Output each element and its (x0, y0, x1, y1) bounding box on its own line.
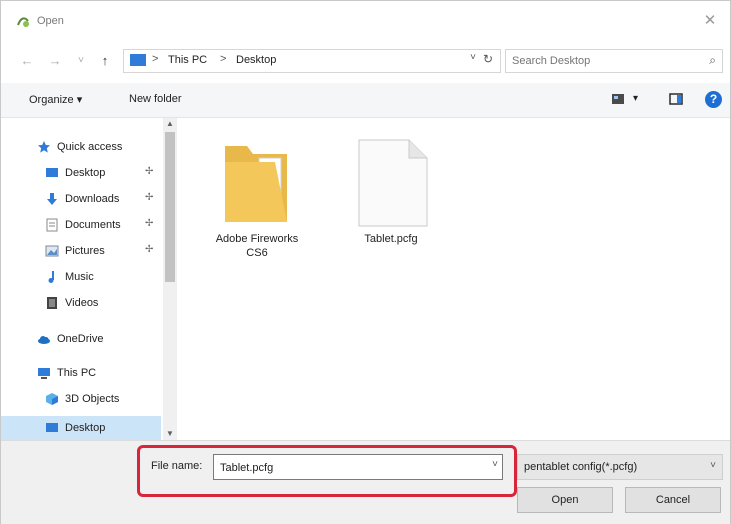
folder-icon (225, 146, 287, 222)
pin-icon: ✢ (145, 244, 154, 255)
sidebar-item-quick-access[interactable]: Quick access (1, 136, 161, 158)
preview-pane-icon[interactable] (669, 92, 683, 106)
refresh-icon[interactable]: ↻ (480, 52, 496, 68)
breadcrumb-separator: > (220, 53, 227, 65)
file-item-folder[interactable]: Adobe Fireworks CS6 (207, 128, 307, 268)
desktop-icon (46, 168, 58, 177)
scroll-down-icon[interactable]: ▼ (163, 428, 177, 440)
music-icon (48, 271, 54, 283)
sidebar-scrollbar[interactable]: ▲ ▼ (163, 118, 177, 440)
sidebar-item-label: Desktop (65, 422, 106, 434)
generic-file-icon (358, 139, 428, 227)
sidebar-item-desktop-selected[interactable]: Desktop (1, 416, 161, 440)
document-icon (46, 218, 58, 232)
file-type-label: pentablet config(*.pcfg) (524, 461, 638, 473)
window-title: Open (37, 15, 64, 27)
sidebar-item-downloads[interactable]: Downloads ✢ (1, 188, 161, 210)
sidebar-item-music[interactable]: Music (1, 266, 161, 288)
navigation-pane: Quick access Desktop ✢ Downloads ✢ Docum… (1, 118, 175, 440)
pictures-icon (45, 245, 59, 257)
cancel-button[interactable]: Cancel (625, 487, 721, 513)
file-name: Adobe Fireworks CS6 (215, 233, 299, 259)
computer-icon (38, 368, 50, 379)
open-dialog: Open ✕ ← → ˅ ↑ > This PC > Desktop ˅ ↻ ⌕… (0, 0, 731, 524)
recent-locations-icon[interactable]: ˅ (73, 53, 89, 69)
breadcrumb-this-pc[interactable]: This PC (168, 54, 207, 66)
sidebar-item-onedrive[interactable]: OneDrive (1, 328, 161, 350)
forward-arrow-icon[interactable]: → (47, 53, 63, 69)
videos-icon (47, 297, 57, 309)
title-bar: Open ✕ (1, 1, 730, 41)
command-bar: Organize ▾ New folder ▾ ? (1, 83, 730, 118)
sidebar-item-label: Downloads (65, 193, 120, 205)
address-bar[interactable]: > This PC > Desktop ˅ ↻ (123, 49, 501, 73)
sidebar-item-label: This PC (57, 367, 97, 379)
sidebar-item-desktop[interactable]: Desktop ✢ (1, 162, 161, 184)
scroll-up-icon[interactable]: ▲ (163, 118, 177, 130)
address-dropdown-icon[interactable]: ˅ (470, 52, 476, 63)
desktop-icon (46, 423, 58, 432)
sidebar-item-label: Documents (65, 219, 121, 231)
search-box[interactable]: ⌕ (505, 49, 723, 73)
new-folder-button[interactable]: New folder (129, 93, 182, 105)
sidebar-item-label: 3D Objects (65, 393, 120, 405)
pin-icon: ✢ (145, 166, 154, 177)
open-button[interactable]: Open (517, 487, 613, 513)
help-icon[interactable]: ? (705, 91, 722, 108)
app-icon (17, 17, 29, 27)
sidebar-item-documents[interactable]: Documents ✢ (1, 214, 161, 236)
cube-icon (46, 393, 58, 405)
back-arrow-icon[interactable]: ← (19, 53, 35, 69)
sidebar-item-this-pc[interactable]: This PC (1, 362, 161, 384)
search-icon[interactable]: ⌕ (709, 53, 716, 68)
breadcrumb-desktop[interactable]: Desktop (236, 54, 276, 66)
up-arrow-icon[interactable]: ↑ (97, 53, 113, 69)
star-icon (38, 141, 50, 153)
organize-button[interactable]: Organize ▾ (29, 93, 82, 106)
search-input[interactable] (510, 52, 694, 70)
sidebar-item-label: Videos (65, 297, 99, 309)
view-options-icon[interactable] (611, 92, 625, 106)
view-dropdown-icon[interactable]: ▾ (633, 93, 638, 104)
file-list: Adobe Fireworks CS6 Tablet.pcfg (181, 118, 729, 440)
file-type-dropdown-icon[interactable]: ˅ (710, 460, 716, 471)
sidebar-item-videos[interactable]: Videos (1, 292, 161, 314)
scrollbar-thumb[interactable] (165, 132, 175, 282)
pin-icon: ✢ (145, 192, 154, 203)
sidebar-item-label: Music (65, 271, 94, 283)
sidebar-item-label: Quick access (57, 141, 123, 153)
file-name-highlight (137, 445, 517, 497)
file-name: Tablet.pcfg (364, 233, 418, 245)
file-item-tablet[interactable]: Tablet.pcfg (341, 128, 441, 268)
close-icon[interactable]: ✕ (700, 11, 720, 31)
sidebar-item-3d-objects[interactable]: 3D Objects (1, 388, 161, 410)
download-icon (47, 193, 57, 205)
pin-icon: ✢ (145, 218, 154, 229)
file-type-select[interactable]: pentablet config(*.pcfg) ˅ (517, 454, 723, 480)
sidebar-item-pictures[interactable]: Pictures ✢ (1, 240, 161, 262)
this-pc-icon (130, 54, 146, 66)
sidebar-item-label: Pictures (65, 245, 105, 257)
breadcrumb-separator: > (152, 53, 159, 65)
sidebar-item-label: OneDrive (57, 333, 104, 345)
sidebar-item-label: Desktop (65, 167, 106, 179)
cloud-icon (38, 336, 50, 344)
